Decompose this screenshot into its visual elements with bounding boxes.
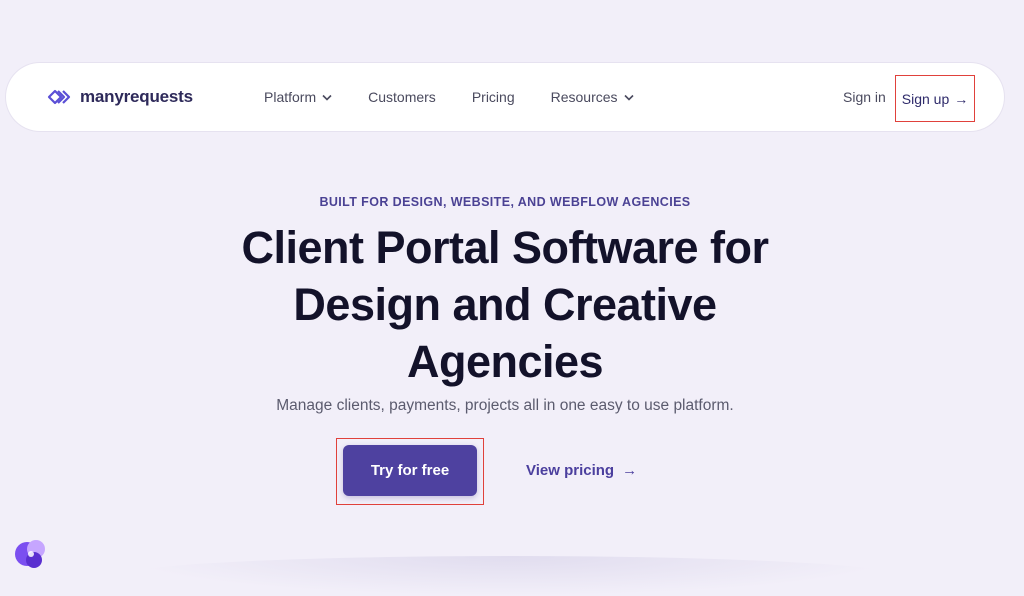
headline-line: Client Portal Software for xyxy=(241,222,769,273)
nav-item-label: Resources xyxy=(550,89,618,105)
brand-name: manyrequests xyxy=(80,87,193,106)
chat-widget-button[interactable] xyxy=(12,535,50,573)
chat-bubble-icon xyxy=(12,535,50,573)
chevron-down-icon xyxy=(322,94,332,101)
try-for-free-button[interactable]: Try for free xyxy=(343,445,477,496)
hero-subheading: Manage clients, payments, projects all i… xyxy=(276,397,734,414)
hero-headline: Client Portal Software for Design and Cr… xyxy=(0,219,1010,390)
top-navigation-bar: manyrequests Platform Customers Pricing … xyxy=(6,63,1004,131)
nav-item-resources[interactable]: Resources xyxy=(551,89,634,105)
nav-item-customers[interactable]: Customers xyxy=(368,89,436,105)
arrow-right-icon: → xyxy=(954,90,969,107)
decorative-glow xyxy=(120,556,900,596)
hero-eyebrow: BUILT FOR DESIGN, WEBSITE, AND WEBFLOW A… xyxy=(319,195,691,209)
nav-links: Platform Customers Pricing Resources xyxy=(264,63,634,131)
arrow-right-icon: → xyxy=(622,462,638,479)
brand-logo[interactable]: manyrequests xyxy=(46,85,193,109)
headline-line: Design and Creative xyxy=(293,279,717,330)
nav-item-label: Customers xyxy=(368,89,436,105)
view-pricing-label: View pricing xyxy=(526,462,615,479)
double-chevron-logo-icon xyxy=(46,89,74,105)
sign-in-link[interactable]: Sign in xyxy=(843,63,886,131)
sign-up-link[interactable]: Sign up → xyxy=(895,75,975,122)
nav-item-label: Platform xyxy=(264,89,317,105)
nav-item-platform[interactable]: Platform xyxy=(264,89,332,105)
nav-item-label: Pricing xyxy=(471,89,515,105)
view-pricing-link[interactable]: View pricing → xyxy=(526,445,637,496)
sign-up-label: Sign up xyxy=(901,90,950,107)
nav-item-pricing[interactable]: Pricing xyxy=(472,89,515,105)
headline-line: Agencies xyxy=(406,336,604,387)
chevron-down-icon xyxy=(623,94,634,101)
